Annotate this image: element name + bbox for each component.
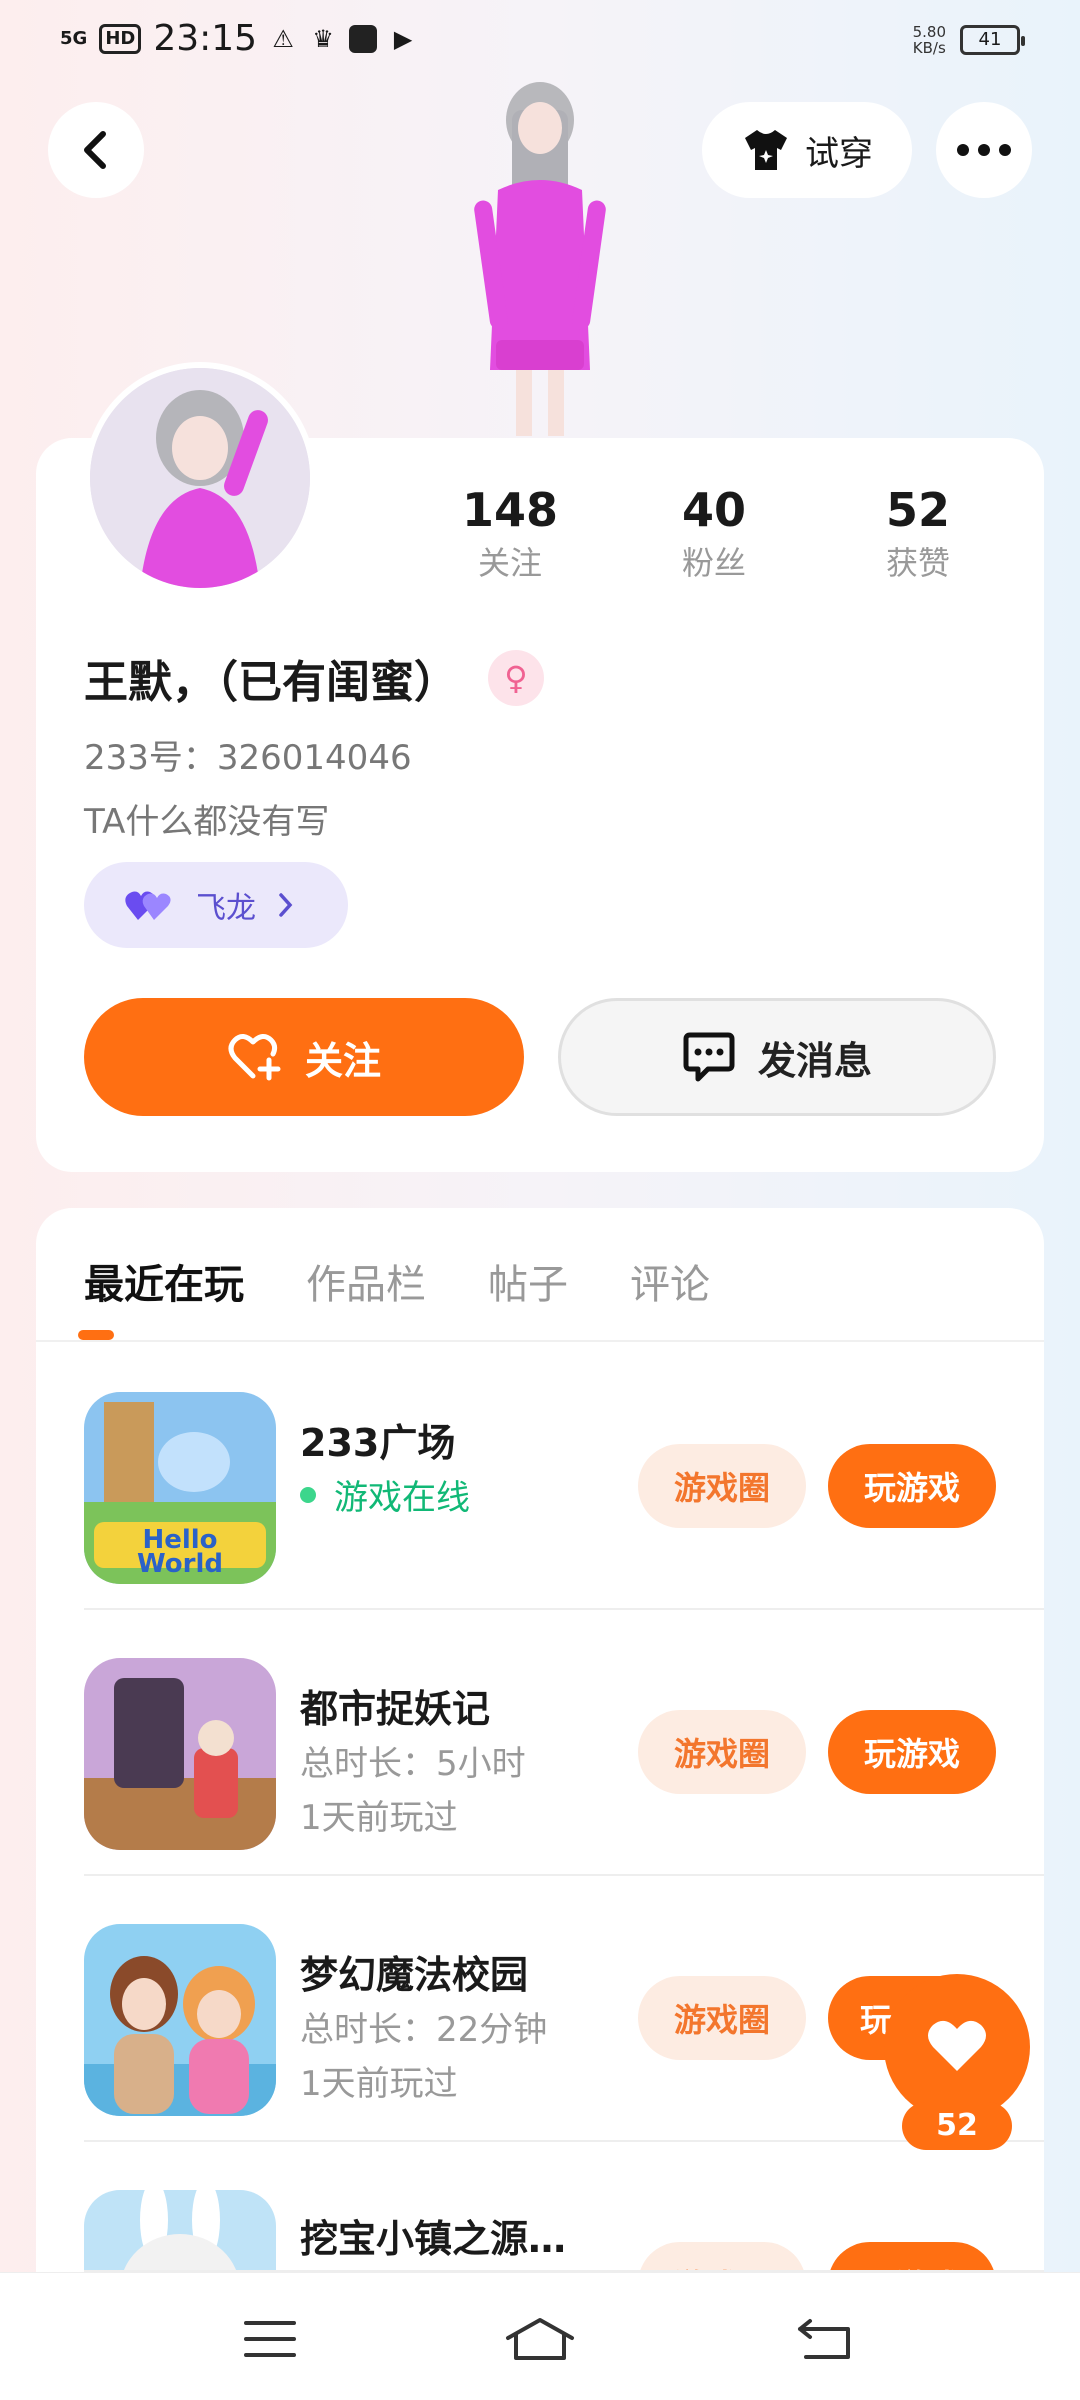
menu-icon[interactable] [242, 2311, 298, 2367]
game-title: 挖宝小镇之源… [300, 2217, 567, 2261]
avatar[interactable] [84, 362, 316, 594]
avatar-portrait-image [90, 368, 310, 588]
back-nav-icon[interactable] [796, 2311, 852, 2367]
crown-icon: ♛ [312, 24, 334, 53]
likes-label: 获赞 [885, 544, 950, 582]
chat-bubble-icon [683, 1032, 735, 1082]
send-message-button[interactable]: 发消息 [558, 998, 996, 1116]
send-message-label: 发消息 [757, 1038, 872, 1083]
game-circle-button[interactable]: 游戏圈 [638, 2242, 806, 2272]
play-notification-icon: ▶ [393, 24, 413, 53]
game-duration: 总时长：22分钟 [300, 2010, 548, 2050]
game-title: 梦幻魔法校园 [300, 1953, 529, 1997]
likes-stat[interactable]: 52 获赞 [828, 480, 1008, 586]
user-id: 233号：326014046 [84, 738, 412, 778]
heart-plus-icon [228, 1034, 281, 1081]
game-last-played: 1天前玩过 [300, 1798, 458, 1838]
tab-works[interactable]: 作品栏 [306, 1252, 426, 1332]
likes-count: 52 [885, 483, 950, 537]
play-game-button[interactable]: 玩游戏 [828, 1710, 996, 1794]
speed-unit: KB/s [912, 39, 946, 57]
home-icon[interactable] [504, 2311, 576, 2367]
username: 王默，（已有闺蜜） [84, 657, 458, 708]
following-label: 关注 [477, 544, 542, 582]
follow-button[interactable]: 关注 [84, 998, 524, 1116]
warning-icon: ⚠ [272, 24, 294, 53]
like-count-badge: 52 [902, 2102, 1012, 2150]
list-item[interactable]: 挖宝小镇之源… 游戏圈 玩游戏 [84, 2142, 1044, 2272]
shirt-icon [745, 130, 787, 170]
list-item[interactable]: 都市捉妖记 总时长：5小时 1天前玩过 游戏圈 玩游戏 [84, 1610, 1044, 1876]
try-on-label: 试穿 [805, 133, 873, 174]
female-icon: ♀ [488, 650, 544, 706]
game-icon-image [84, 1658, 276, 1850]
tab-comments[interactable]: 评论 [630, 1252, 710, 1332]
speed-value: 5.80 [912, 23, 946, 41]
like-button[interactable] [884, 1974, 1030, 2120]
tabs-divider [36, 1340, 1044, 1342]
game-circle-button[interactable]: 游戏圈 [638, 1976, 806, 2060]
heart-icon [928, 2020, 986, 2071]
chevron-right-icon [279, 893, 293, 917]
more-dots-icon [957, 144, 969, 156]
game-last-played: 1天前玩过 [300, 2064, 458, 2104]
svg-text:World: World [137, 1549, 223, 1579]
list-item[interactable]: Hello World 233广场 游戏在线 游戏圈 玩游戏 [84, 1344, 1044, 1610]
play-game-button[interactable]: 玩游戏 [828, 1444, 996, 1528]
game-circle-button[interactable]: 游戏圈 [638, 1710, 806, 1794]
clock: 23:15 [153, 18, 258, 59]
status-bar: 5G HD 23:15 ⚠ ♛ ▶ 5.80 KB/s 41 [0, 0, 1080, 80]
tab-posts[interactable]: 帖子 [488, 1252, 568, 1332]
active-tab-indicator [78, 1330, 114, 1340]
game-title: 233广场 [300, 1421, 456, 1465]
followers-stat[interactable]: 40 粉丝 [624, 480, 804, 586]
tab-recently-played[interactable]: 最近在玩 [84, 1252, 244, 1332]
more-options-button[interactable] [936, 102, 1032, 198]
profile-stats: 148 关注 40 粉丝 52 获赞 [420, 480, 1020, 600]
chevron-left-icon [84, 131, 106, 169]
game-icon-image: Hello World [84, 1392, 276, 1584]
game-icon-image [84, 2190, 276, 2272]
more-dot [999, 144, 1011, 156]
followers-count: 40 [681, 483, 746, 537]
game-duration: 总时长：5小时 [300, 1744, 526, 1784]
game-title: 都市捉妖记 [300, 1687, 491, 1731]
tag-label: 飞龙 [196, 891, 256, 926]
game-circle-button[interactable]: 游戏圈 [638, 1444, 806, 1528]
try-on-button[interactable]: 试穿 [702, 102, 912, 198]
game-icon-image [84, 1924, 276, 2116]
profile-tabs: 最近在玩 作品栏 帖子 评论 [84, 1252, 710, 1332]
follow-label: 关注 [304, 1038, 381, 1083]
app-notification-icon [349, 24, 378, 53]
game-status-label: 游戏在线 [334, 1478, 470, 1518]
more-dot [978, 144, 990, 156]
relationship-tag-chip[interactable]: 飞龙 [84, 862, 348, 948]
back-button[interactable] [48, 102, 144, 198]
battery-icon: 41 [960, 25, 1025, 55]
network-indicator: 5G [60, 27, 88, 49]
online-dot-icon [300, 1486, 316, 1503]
hd-badge: HD [99, 23, 142, 54]
user-bio: TA什么都没有写 [84, 802, 330, 842]
play-game-button[interactable]: 玩游戏 [828, 2242, 996, 2272]
followers-label: 粉丝 [681, 544, 746, 582]
following-stat[interactable]: 148 关注 [420, 480, 600, 586]
username-row: 王默，（已有闺蜜） ♀ [84, 646, 544, 710]
system-navigation-bar [0, 2272, 1080, 2400]
game-online-status: 游戏在线 [300, 1470, 470, 1519]
avatar-character-figure [474, 82, 606, 436]
double-heart-icon [125, 891, 171, 920]
network-speed: 5.80 KB/s [913, 24, 946, 56]
following-count: 148 [461, 483, 559, 537]
